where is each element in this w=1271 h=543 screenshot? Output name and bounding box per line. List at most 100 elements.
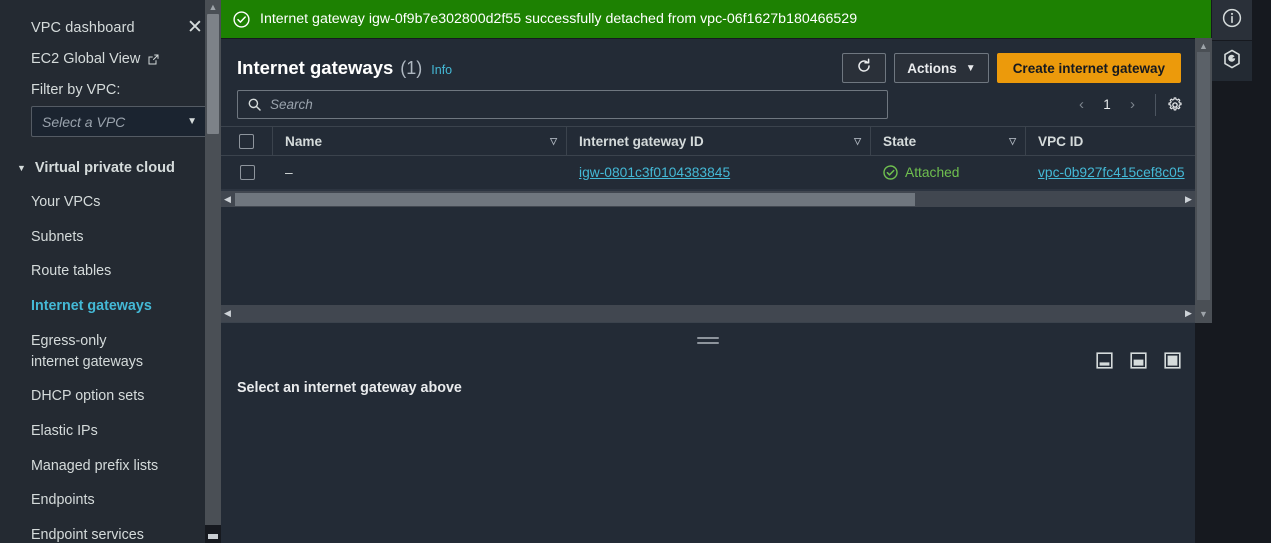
chevron-left-icon[interactable]: ‹: [1070, 97, 1093, 112]
content-scrollbar-thumb[interactable]: [1197, 52, 1210, 300]
sort-icon[interactable]: ▽: [854, 136, 861, 147]
success-check-icon: [233, 10, 250, 28]
main-content: Internet gateway igw-0f9b7e302800d2f55 s…: [221, 0, 1252, 543]
drag-handle[interactable]: [697, 337, 719, 347]
sidebar-item-subnets[interactable]: Subnets: [0, 220, 221, 255]
refresh-icon: [856, 58, 872, 78]
cell-vpc-id: vpc-0b927fc415cef8c05: [1026, 156, 1194, 190]
notification-message: Internet gateway igw-0f9b7e302800d2f55 s…: [260, 11, 858, 27]
sidebar-scrollbar[interactable]: ▲: [205, 0, 221, 543]
column-header-state[interactable]: State ▽: [871, 126, 1026, 156]
sort-icon[interactable]: ▽: [550, 136, 557, 147]
sidebar-scrollbar-thumb[interactable]: [207, 14, 219, 134]
panel-header: Internet gateways (1) Info Actions ▼ Cre…: [221, 39, 1195, 85]
vpc-filter-select[interactable]: Select a VPC ▼: [31, 106, 207, 137]
column-header-internet-gateway-id[interactable]: Internet gateway ID ▽: [567, 126, 871, 156]
cell-internet-gateway-id: igw-0801c3f0104383845: [567, 156, 871, 190]
panel-bottom-small-icon[interactable]: [1096, 352, 1113, 369]
pagination: ‹ 1 ›: [1070, 93, 1187, 116]
split-panel-layout-controls: [1096, 352, 1181, 369]
column-header-name[interactable]: Name ▽: [273, 126, 567, 156]
vpc-filter-placeholder: Select a VPC: [42, 113, 126, 130]
shield-hexagon-icon: [1222, 49, 1242, 74]
sidebar: VPC dashboard ✕ EC2 Global View Filter b…: [0, 0, 221, 543]
gear-icon[interactable]: [1167, 96, 1187, 113]
sidebar-header: VPC dashboard ✕: [0, 0, 221, 37]
column-label: Name: [285, 133, 323, 149]
create-internet-gateway-button[interactable]: Create internet gateway: [996, 53, 1181, 83]
resource-count: (1): [400, 58, 423, 78]
table-row[interactable]: – igw-0801c3f0104383845 Attached vpc-0b9…: [221, 156, 1195, 190]
column-label: State: [883, 133, 917, 149]
chevron-down-icon: ▼: [17, 162, 26, 173]
scroll-left-arrow-icon[interactable]: ◀: [221, 194, 234, 204]
scroll-right-arrow-icon[interactable]: ▶: [1182, 309, 1195, 318]
chevron-down-icon: ▼: [187, 115, 197, 127]
cell-state: Attached: [871, 156, 1026, 190]
sidebar-item-elastic-ips[interactable]: Elastic IPs: [0, 414, 221, 449]
sidebar-group-virtual-private-cloud[interactable]: ▼ Virtual private cloud: [0, 137, 221, 176]
sidebar-nav-list: Your VPCs Subnets Route tables Internet …: [0, 176, 221, 543]
sidebar-item-route-tables[interactable]: Route tables: [0, 254, 221, 289]
table-scrollbar-thumb[interactable]: [235, 193, 915, 206]
sort-icon[interactable]: ▽: [1009, 136, 1016, 147]
check-circle-icon: [883, 165, 898, 180]
row-checkbox[interactable]: [239, 165, 255, 180]
info-panel-toggle-button[interactable]: [1212, 0, 1252, 40]
select-all-header: [221, 126, 273, 156]
table-horizontal-scrollbar[interactable]: ◀ ▶: [221, 190, 1195, 207]
sidebar-global-view-label: EC2 Global View: [31, 51, 141, 67]
sidebar-item-endpoints[interactable]: Endpoints: [0, 483, 221, 518]
info-circle-icon: [1222, 8, 1242, 33]
scroll-right-arrow-icon[interactable]: ▶: [1182, 194, 1195, 204]
divider: [1155, 93, 1156, 116]
info-link[interactable]: Info: [431, 63, 452, 77]
page-number[interactable]: 1: [1097, 97, 1117, 112]
page-title: Internet gateways: [237, 57, 394, 78]
sidebar-item-managed-prefix-lists[interactable]: Managed prefix lists: [0, 449, 221, 484]
table-empty-area: [221, 207, 1195, 310]
column-label: VPC ID: [1038, 133, 1084, 149]
scroll-down-arrow-icon[interactable]: ▼: [1195, 310, 1212, 319]
sidebar-item-endpoint-services[interactable]: Endpoint services: [0, 518, 221, 543]
sidebar-item-dhcp-option-sets[interactable]: DHCP option sets: [0, 379, 221, 414]
column-header-vpc-id[interactable]: VPC ID: [1026, 126, 1194, 156]
page-horizontal-scrollbar[interactable]: ◀ ▶: [221, 305, 1195, 322]
sidebar-item-internet-gateways[interactable]: Internet gateways: [0, 289, 221, 324]
select-all-checkbox[interactable]: [239, 133, 254, 149]
external-link-icon: [147, 53, 160, 66]
panel-bottom-medium-icon[interactable]: [1130, 352, 1147, 369]
right-rail: [1212, 0, 1252, 543]
sidebar-item-egress-only-internet-gateways[interactable]: Egress-only internet gateways: [0, 324, 165, 379]
column-label: Internet gateway ID: [579, 133, 704, 149]
content-vertical-scrollbar[interactable]: ▲ ▼: [1195, 38, 1212, 323]
search-input[interactable]: Search: [237, 90, 888, 119]
vpc-id-link[interactable]: vpc-0b927fc415cef8c05: [1038, 165, 1185, 180]
row-select-cell: [221, 156, 273, 190]
search-row: Search ‹ 1 ›: [221, 85, 1195, 119]
sidebar-item-your-vpcs[interactable]: Your VPCs: [0, 185, 221, 220]
shield-panel-toggle-button[interactable]: [1212, 41, 1252, 81]
sidebar-item-ec2-global-view[interactable]: EC2 Global View: [0, 37, 221, 67]
sidebar-item-vpc-dashboard[interactable]: VPC dashboard: [31, 20, 135, 36]
actions-label: Actions: [907, 60, 957, 76]
split-panel-empty-message: Select an internet gateway above: [237, 380, 462, 396]
actions-button[interactable]: Actions ▼: [894, 53, 989, 83]
scroll-left-arrow-icon[interactable]: ◀: [221, 309, 234, 318]
scroll-down-marker: [208, 534, 218, 539]
refresh-button[interactable]: [842, 53, 887, 83]
table-header-row: Name ▽ Internet gateway ID ▽ State ▽ VPC…: [221, 126, 1195, 156]
split-panel: Select an internet gateway above: [221, 322, 1195, 543]
chevron-right-icon[interactable]: ›: [1121, 97, 1144, 112]
chevron-down-icon: ▼: [965, 62, 976, 74]
search-placeholder: Search: [270, 97, 313, 112]
close-icon[interactable]: ✕: [185, 18, 205, 37]
scroll-up-arrow-icon[interactable]: ▲: [1195, 42, 1212, 51]
internet-gateway-id-link[interactable]: igw-0801c3f0104383845: [579, 165, 730, 180]
panel-bottom-large-icon[interactable]: [1164, 352, 1181, 369]
sidebar-group-label: Virtual private cloud: [34, 160, 175, 176]
status-badge: Attached: [905, 165, 960, 180]
scroll-up-arrow-icon[interactable]: ▲: [205, 3, 221, 12]
cell-name: –: [285, 165, 293, 180]
aws-vpc-console: VPC dashboard ✕ EC2 Global View Filter b…: [0, 0, 1271, 543]
